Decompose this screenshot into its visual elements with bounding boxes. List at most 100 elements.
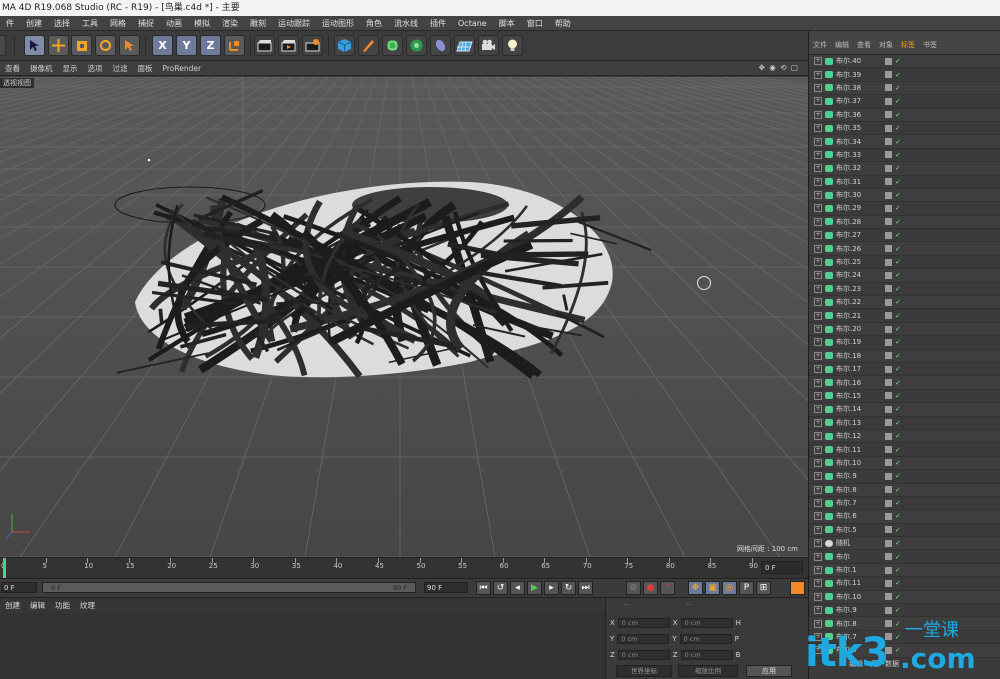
visibility-toggle-icon[interactable] [885,97,892,105]
enable-check-icon[interactable]: ✓ [895,164,901,172]
play-icon[interactable]: ▶ [527,581,542,595]
object-manager-tab[interactable]: 编辑 [831,40,853,50]
menu-item[interactable]: 角色 [360,18,388,29]
object-row[interactable]: + 布尔.11 ✓ [809,577,1000,591]
expand-icon[interactable]: + [814,485,822,494]
enable-check-icon[interactable]: ✓ [895,579,901,587]
enable-check-icon[interactable]: ✓ [895,204,901,212]
enable-check-icon[interactable]: ✓ [895,419,901,427]
object-row[interactable]: + 布尔.8 ✓ [809,483,1000,497]
visibility-toggle-icon[interactable] [885,446,892,454]
expand-icon[interactable]: + [814,164,822,173]
object-row[interactable]: + 布尔.40 ✓ [809,55,1000,69]
object-row[interactable]: + 布尔.35 ✓ [809,122,1000,136]
move-tool[interactable] [48,35,69,56]
object-manager-tab[interactable]: 查看 [853,40,875,50]
playhead[interactable] [3,558,6,579]
viewport-menu-item[interactable]: 摄像机 [25,63,58,74]
visibility-toggle-icon[interactable] [885,472,892,480]
record-key-icon[interactable]: ● [643,581,658,595]
enable-check-icon[interactable]: ✓ [895,285,901,293]
viewport-menu-item[interactable]: ProRender [158,64,207,73]
expand-icon[interactable]: + [814,525,822,534]
visibility-toggle-icon[interactable] [885,84,892,92]
enable-check-icon[interactable]: ✓ [895,151,901,159]
position-x-field[interactable]: 0 cm [617,618,670,628]
position-y-field[interactable]: 0 cm [617,634,670,644]
object-row[interactable]: + 布尔.33 ✓ [809,149,1000,163]
viewport-nav-icons[interactable]: ✥ ◉ ⟲ ▢ [754,63,804,72]
visibility-toggle-icon[interactable] [885,191,892,199]
expand-icon[interactable]: + [814,70,822,79]
expand-icon[interactable]: + [814,539,822,548]
enable-check-icon[interactable]: ✓ [895,84,901,92]
visibility-toggle-icon[interactable] [885,138,892,146]
object-row[interactable]: + 布尔.30 ✓ [809,188,1000,203]
menu-item[interactable]: 流水线 [388,18,424,29]
menu-item[interactable]: 网格 [104,18,132,29]
enable-check-icon[interactable]: ✓ [895,111,901,119]
object-row[interactable]: + 布尔.18 ✓ [809,349,1000,363]
move-cursor-tool[interactable] [24,35,45,56]
expand-icon[interactable]: + [814,57,822,66]
enable-check-icon[interactable]: ✓ [895,486,901,494]
menu-item[interactable]: 插件 [424,18,452,29]
expand-icon[interactable]: + [814,325,822,333]
expand-icon[interactable]: + [814,432,822,441]
key-mode-icon[interactable]: ⊘ [626,581,641,595]
object-manager-tab[interactable]: 书签 [919,40,941,50]
material-tab[interactable]: 功能 [50,600,75,612]
expand-icon[interactable]: + [814,217,822,226]
timeline-window-icon[interactable] [790,581,805,595]
size-y-field[interactable]: 0 cm [679,634,732,644]
current-frame-field[interactable]: 0 F [761,561,803,574]
visibility-toggle-icon[interactable] [885,379,892,387]
object-manager-tab[interactable]: 对象 [875,40,897,50]
visibility-toggle-icon[interactable] [885,178,892,186]
expand-icon[interactable]: + [814,231,822,240]
expand-icon[interactable]: + [814,418,822,427]
frame-range-slider[interactable]: 0 F 90 F [42,582,416,593]
next-key-icon[interactable]: ↻ [561,581,576,595]
menu-item[interactable]: 帮助 [549,18,577,29]
visibility-toggle-icon[interactable] [885,271,892,279]
visibility-toggle-icon[interactable] [885,432,892,440]
expand-icon[interactable]: + [814,204,822,213]
object-row[interactable]: + 布尔.15 ✓ [809,390,1000,404]
enable-check-icon[interactable]: ✓ [895,71,901,79]
coordinate-system-button[interactable] [224,35,245,56]
enable-check-icon[interactable]: ✓ [895,446,901,454]
visibility-toggle-icon[interactable] [885,71,892,79]
object-row[interactable]: + 布尔.9 ✓ [809,470,1000,484]
enable-check-icon[interactable]: ✓ [895,539,901,547]
object-row[interactable]: + 布尔.20 ✓ [809,322,1000,337]
enable-check-icon[interactable]: ✓ [895,97,901,105]
scale-tool[interactable] [71,35,92,56]
x-axis-lock[interactable]: X [152,35,173,56]
object-row[interactable]: + 布尔.1 ✓ [809,563,1000,578]
expand-icon[interactable]: + [814,499,822,508]
object-row[interactable]: + 布尔.29 ✓ [809,202,1000,216]
recent-tool-button[interactable] [119,35,140,56]
visibility-toggle-icon[interactable] [885,365,892,373]
visibility-toggle-icon[interactable] [885,124,892,132]
deformer-button[interactable] [430,35,451,56]
timeline-ruler[interactable]: 051015202530354045505560657075808590 0 F [0,557,808,579]
expand-icon[interactable]: + [814,391,822,400]
enable-check-icon[interactable]: ✓ [895,432,901,440]
enable-check-icon[interactable]: ✓ [895,352,901,360]
expand-icon[interactable]: + [814,405,822,414]
visibility-toggle-icon[interactable] [885,218,892,226]
menu-item[interactable]: 模拟 [188,18,216,29]
expand-icon[interactable]: + [814,378,822,387]
enable-check-icon[interactable]: ✓ [895,138,901,146]
z-axis-lock[interactable]: Z [200,35,221,56]
object-row[interactable]: + 布尔.12 ✓ [809,429,1000,444]
expand-icon[interactable]: + [814,83,822,92]
enable-check-icon[interactable]: ✓ [895,231,901,239]
object-row[interactable]: + 布尔.31 ✓ [809,176,1000,189]
expand-icon[interactable]: + [814,606,822,615]
step-forward-icon[interactable]: ▸ [544,581,559,595]
enable-check-icon[interactable]: ✓ [895,405,901,413]
object-row[interactable]: + 布尔.13 ✓ [809,417,1000,430]
